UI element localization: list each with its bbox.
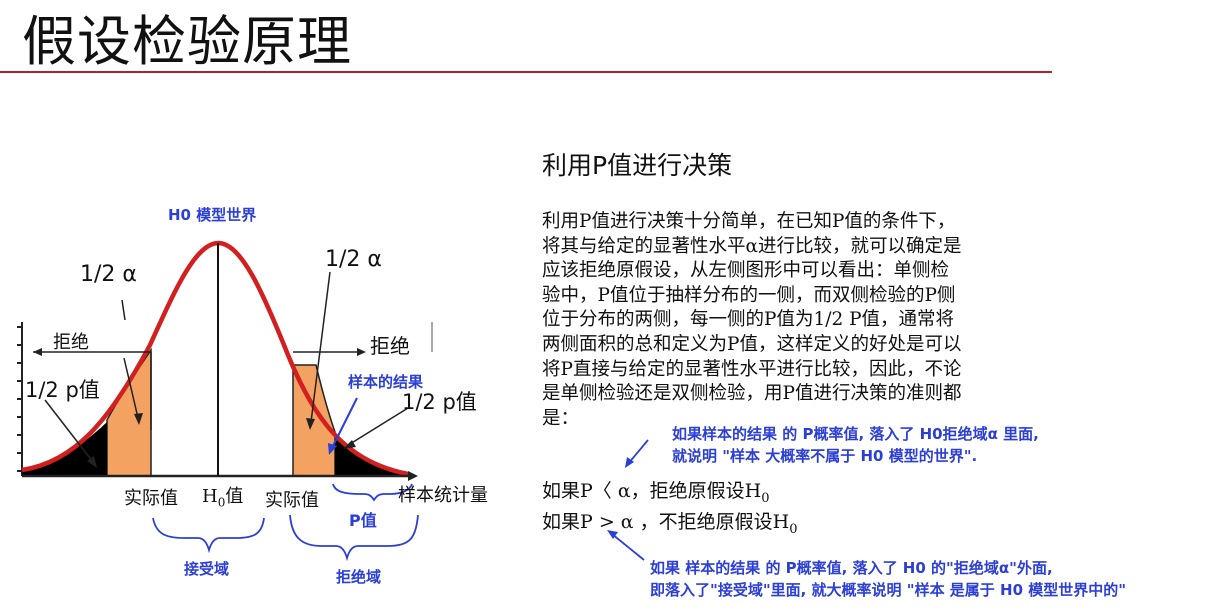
decision-rule-accept: 如果P > α ，不拒绝原假设H0 [542, 511, 798, 537]
alpha-left-pointer [121, 299, 126, 321]
acceptance-brace [152, 517, 265, 554]
sample-result-pointer [331, 397, 358, 449]
paragraph-line: 将P直接与给定的显著性水平进行比较，因此，不论 [542, 358, 962, 380]
paragraph-line: 将其与给定的显著性水平α进行比较，就可以确定是 [542, 235, 962, 257]
sample-statistic-label: 样本统计量 [398, 485, 488, 506]
note-reject-line1: 如果样本的结果 的 P概率值, 落入了 H0拒绝域α 里面, [672, 425, 1039, 443]
x-axis-arrowhead [408, 471, 418, 481]
half-p-right-pointer [349, 407, 409, 445]
note-accept-line1: 如果 样本的结果 的 P概率值, 落入了 H0 的"拒绝域α"外面, [650, 559, 1053, 577]
note-accept-line2: 即落入了"接受域"里面, 就大概率说明 "样本 是属于 H0 模型世界中的" [650, 581, 1127, 599]
rejection-region-label: 拒绝域 [336, 568, 382, 586]
paragraph-line: 位于分布的两侧，每一侧的P值为1/2 P值，通常将 [542, 309, 955, 331]
paragraph-line: 应该拒绝原假设，从左侧图形中可以看出：单侧检 [542, 260, 950, 282]
note2-arrow [611, 533, 645, 561]
paragraph-line: 利用P值进行决策十分简单，在已知P值的条件下， [542, 211, 956, 232]
half-alpha-right-label: 1/2 α [325, 247, 382, 272]
half-p-right-label: 1/2 p值 [402, 390, 477, 414]
actual-value-right-label: 实际值 [265, 490, 319, 511]
left-orange-area [106, 347, 152, 477]
p-value-label: P值 [349, 511, 377, 530]
acceptance-region-label: 接受域 [184, 560, 230, 578]
explanation-paragraph: 利用P值进行决策十分简单，在已知P值的条件下， 将其与给定的显著性水平α进行比较… [542, 210, 1022, 431]
reject-left-label: 拒绝 [53, 332, 89, 353]
model-world-label: H0 模型世界 [168, 206, 257, 224]
note-reject-line2: 就说明 "样本 大概率不属于 H0 模型的世界". [672, 447, 978, 465]
reject-right-label: 拒绝 [370, 334, 410, 358]
half-alpha-left-label: 1/2 α [80, 262, 137, 287]
half-p-left-label: 1/2 p值 [25, 378, 100, 402]
note-accept: 如果 样本的结果 的 P概率值, 落入了 H0 的"拒绝域α"外面, 即落入了"… [650, 557, 1126, 601]
h0-value-label: H0值 [202, 486, 244, 510]
decision-rule-reject: 如果P〈 α，拒绝原假设H0 [542, 480, 770, 506]
reject-right-arrowhead [357, 348, 366, 356]
reject-left-arrowhead [33, 348, 42, 356]
paragraph-line: 是单侧检验还是双侧检验，用P值进行决策的准则都 [542, 383, 962, 405]
section-heading: 利用P值进行决策 [542, 151, 733, 180]
note-reject: 如果样本的结果 的 P概率值, 落入了 H0拒绝域α 里面, 就说明 "样本 大… [672, 423, 1039, 467]
paragraph-line: 两侧面积的总和定义为P值，这样定义的好处是可以 [542, 333, 962, 355]
actual-value-left-label: 实际值 [124, 488, 178, 509]
paragraph-line: 验中，P值位于抽样分布的一侧，而双侧检验的P侧 [542, 284, 956, 306]
